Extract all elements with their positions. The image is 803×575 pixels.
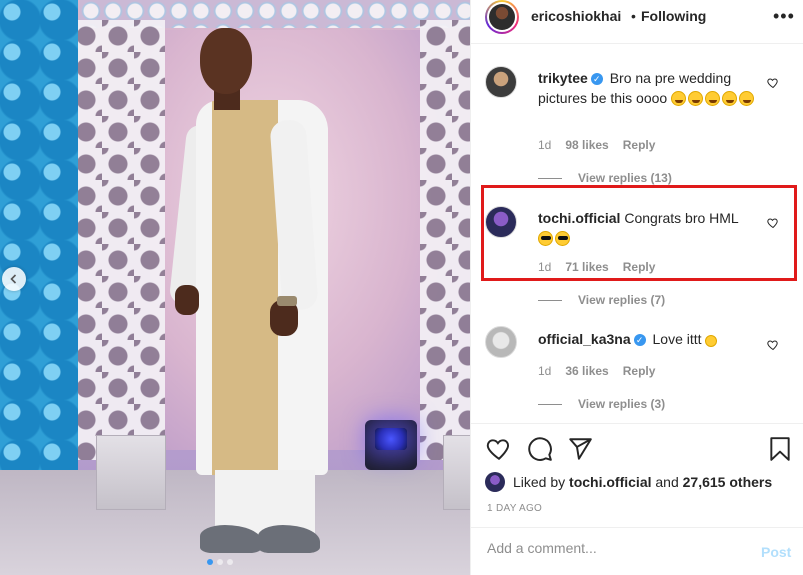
author-avatar[interactable]	[485, 0, 519, 34]
comment-meta: 1d 36 likes Reply	[538, 364, 655, 378]
commenter-avatar[interactable]	[485, 66, 517, 98]
more-options-icon[interactable]: •••	[773, 6, 795, 27]
liker-username[interactable]: tochi.official	[569, 474, 651, 490]
post-comment-button[interactable]: Post	[761, 544, 791, 560]
comment-icon[interactable]	[527, 436, 553, 462]
view-replies-label: View replies (7)	[578, 293, 666, 307]
sunglasses-emoji-icon	[538, 231, 553, 246]
lace-panel-right	[420, 20, 470, 460]
likes-summary: Liked by tochi.official and 27,615 other…	[485, 472, 803, 492]
divider	[471, 43, 803, 44]
carousel-dot[interactable]	[207, 559, 213, 565]
comment-username[interactable]: official_ka3na	[538, 331, 631, 347]
divider	[471, 527, 803, 528]
verified-badge-icon: ✓	[590, 73, 603, 85]
following-button[interactable]: Following	[641, 8, 706, 24]
comment-username[interactable]: tochi.official	[538, 210, 620, 226]
divider	[471, 423, 803, 424]
comment-username[interactable]: trikytee	[538, 70, 588, 86]
person-hand-left	[175, 285, 199, 315]
carousel-dot[interactable]	[217, 559, 223, 565]
pedestal-right	[443, 435, 470, 510]
comment-age: 1d	[538, 364, 552, 378]
likes-others-count[interactable]: 27,615 others	[683, 474, 773, 490]
view-replies-button[interactable]: View replies (3)	[538, 397, 665, 411]
header-separator: •	[631, 8, 636, 24]
laughing-emoji-icon	[688, 91, 704, 106]
post-header: ericoshiokhai • Following •••	[471, 0, 803, 34]
wristwatch	[277, 296, 297, 306]
likes-prefix: Liked by	[513, 474, 566, 490]
view-replies-label: View replies (3)	[578, 397, 666, 411]
carousel-prev-button[interactable]	[2, 267, 26, 291]
chevron-left-icon	[10, 274, 17, 284]
laughing-emoji-icon	[671, 91, 687, 106]
lace-panel-left	[70, 20, 165, 460]
comment-age: 1d	[538, 260, 552, 274]
comment-body: official_ka3na ✓ Love ittt	[538, 329, 758, 349]
commenter-avatar[interactable]	[485, 206, 517, 238]
share-icon[interactable]	[567, 436, 593, 462]
reply-button[interactable]: Reply	[623, 364, 656, 378]
view-replies-label: View replies (13)	[578, 171, 672, 185]
like-heart-icon[interactable]	[486, 436, 512, 462]
reply-button[interactable]: Reply	[623, 260, 656, 274]
carousel-dot[interactable]	[227, 559, 233, 565]
likes-conjunction: and	[655, 474, 679, 490]
author-username[interactable]: ericoshiokhai	[531, 8, 621, 24]
post-sidebar: ericoshiokhai • Following ••• trikytee ✓ …	[470, 0, 803, 575]
pedestal-left	[96, 435, 166, 510]
smiling-emoji-icon	[705, 335, 718, 347]
comment-body: tochi.official Congrats bro HML	[538, 208, 758, 248]
post-timestamp[interactable]: 1 DAY AGO	[487, 503, 542, 514]
like-comment-heart-icon[interactable]	[767, 217, 779, 229]
balloon-wall	[0, 0, 78, 520]
add-comment-input[interactable]	[487, 540, 737, 556]
comment-age: 1d	[538, 138, 552, 152]
comment-text: Love ittt	[652, 331, 702, 347]
liker-avatar[interactable]	[485, 472, 505, 492]
reply-button[interactable]: Reply	[623, 138, 656, 152]
replies-line	[538, 403, 562, 405]
view-replies-button[interactable]: View replies (13)	[538, 171, 672, 185]
laughing-emoji-icon	[705, 91, 721, 106]
like-comment-heart-icon[interactable]	[767, 77, 779, 89]
stage-light	[365, 420, 417, 470]
comment-likes[interactable]: 36 likes	[565, 364, 608, 378]
replies-line	[538, 177, 562, 179]
comment-text: Congrats bro HML	[624, 210, 739, 226]
like-comment-heart-icon[interactable]	[767, 339, 779, 351]
laughing-emoji-icon	[739, 91, 755, 106]
laughing-emoji-icon	[722, 91, 738, 106]
post-photo	[0, 0, 470, 575]
view-replies-button[interactable]: View replies (7)	[538, 293, 665, 307]
sunglasses-emoji-icon	[555, 231, 570, 246]
comment-likes[interactable]: 98 likes	[565, 138, 608, 152]
comment-meta: 1d 98 likes Reply	[538, 138, 655, 152]
bookmark-icon[interactable]	[767, 436, 793, 462]
replies-line	[538, 299, 562, 301]
comment-likes[interactable]: 71 likes	[565, 260, 608, 274]
carousel-dots	[207, 559, 233, 565]
commenter-avatar[interactable]	[485, 326, 517, 358]
comment-meta: 1d 71 likes Reply	[538, 260, 655, 274]
verified-badge-icon: ✓	[633, 334, 646, 346]
comment-body: trikytee ✓ Bro na pre wedding pictures be…	[538, 68, 758, 108]
person-head	[200, 28, 252, 94]
